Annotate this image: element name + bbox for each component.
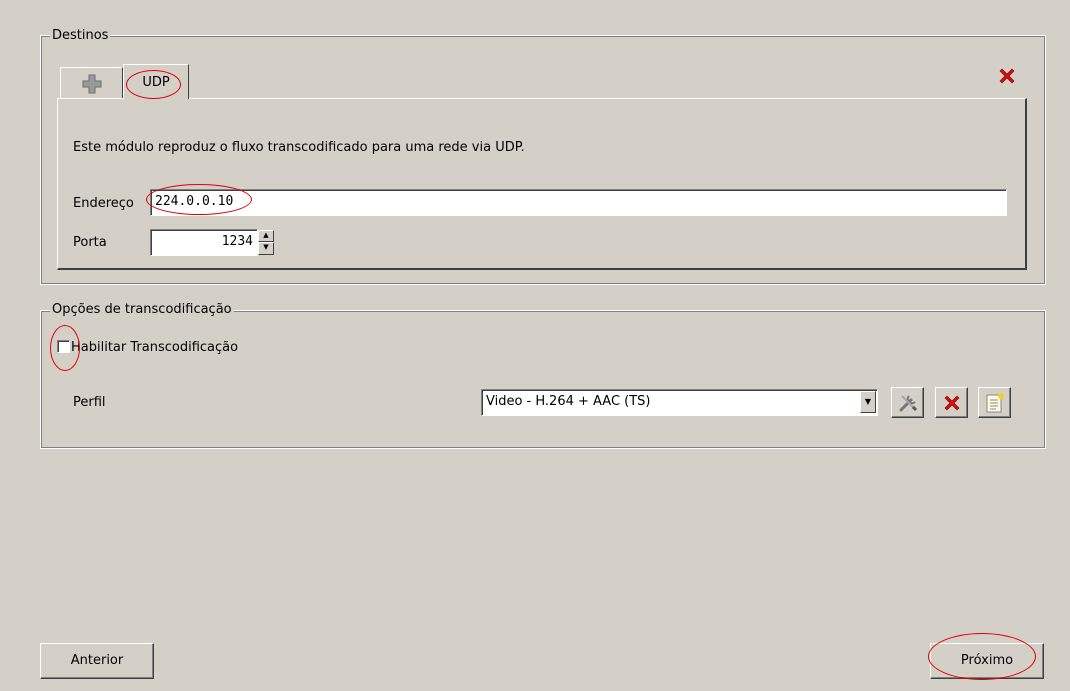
profile-select[interactable]: Video - H.264 + AAC (TS): [481, 389, 878, 416]
plus-icon: [82, 74, 102, 94]
transcoding-group: [40, 310, 1046, 449]
enable-transcoding-label[interactable]: Habilitar Transcodificação: [71, 340, 238, 355]
tab-udp[interactable]: UDP: [123, 64, 189, 99]
remove-destination-button[interactable]: [996, 66, 1018, 88]
close-icon: [999, 68, 1015, 84]
next-button[interactable]: Próximo: [930, 643, 1044, 679]
port-decrement-button[interactable]: ▼: [258, 242, 274, 255]
tab-add[interactable]: [60, 67, 123, 98]
udp-description: Este módulo reproduz o fluxo transcodifi…: [73, 140, 525, 155]
back-button[interactable]: Anterior: [40, 643, 154, 679]
new-profile-icon: [986, 393, 1004, 413]
tools-icon: [899, 395, 918, 412]
profile-selected-value: Video - H.264 + AAC (TS): [486, 394, 651, 409]
delete-profile-button[interactable]: [935, 387, 968, 418]
address-field[interactable]: 224.0.0.10: [150, 189, 1007, 216]
edit-profile-button[interactable]: [891, 387, 924, 418]
tab-udp-label: UDP: [142, 75, 170, 90]
new-profile-button[interactable]: [978, 387, 1011, 418]
enable-transcoding-checkbox[interactable]: [57, 340, 70, 353]
port-label: Porta: [73, 235, 107, 250]
close-icon: [944, 395, 960, 411]
profile-dropdown-button[interactable]: ▼: [860, 391, 876, 413]
destinations-legend: Destinos: [50, 28, 111, 43]
profile-label: Perfil: [73, 395, 106, 410]
address-label: Endereço: [73, 196, 134, 211]
port-increment-button[interactable]: ▲: [258, 230, 274, 242]
port-value: 1234: [221, 234, 253, 249]
port-stepper[interactable]: 1234: [150, 229, 258, 256]
transcoding-legend: Opções de transcodificação: [50, 302, 234, 317]
